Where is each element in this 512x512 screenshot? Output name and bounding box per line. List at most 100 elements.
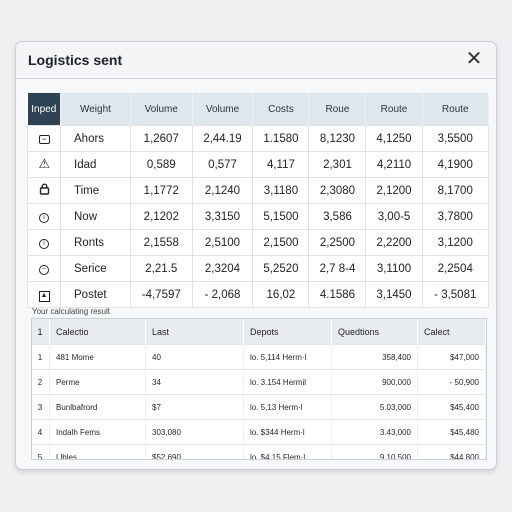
table-cell: 1,1772: [129, 177, 193, 204]
column-header-route[interactable]: Route: [365, 93, 423, 126]
results-panel: 1 Calectio Last Depots Quedtions Calect …: [31, 318, 487, 460]
table-cell: 2,1240: [191, 177, 254, 204]
row-calect: $45,400: [417, 394, 486, 420]
table-row[interactable]: 2 Perme 34 lo. 3.154 Hermil 900,000 - 50…: [32, 369, 486, 395]
table-row[interactable]: ⚠ Idad 0,589 0,577 4,117 2,301 4,2110 4,…: [27, 151, 490, 178]
table-cell: 4,1900: [421, 151, 490, 178]
row-name: Bunlbafrord: [49, 394, 146, 420]
row-label: Ahors: [60, 125, 131, 152]
table-row[interactable]: 1 481 Mome 40 lo. 5,114 Herm·l 358,400 $…: [32, 344, 486, 370]
row-calect: - 50,900: [417, 369, 486, 395]
column-header-depots[interactable]: Depots: [243, 319, 332, 345]
row-calect: $47,000: [417, 344, 486, 370]
table-cell: 3,5500: [421, 125, 490, 152]
dialog-title: Logistics sent: [28, 52, 123, 68]
table-cell: 3,1200: [421, 229, 490, 256]
row-depots: lo. $344 Herm·l: [243, 419, 332, 445]
column-header-weight[interactable]: Weight: [60, 93, 131, 126]
table-cell: 2,3204: [191, 255, 254, 282]
table-cell: 4,117: [252, 151, 310, 178]
table-row[interactable]: 5 Llbles $52,690 lo. $4.15 Flem·l 9,10,5…: [32, 444, 486, 459]
row-last: $52,690: [145, 444, 244, 459]
row-name: Perme: [49, 369, 146, 395]
row-last: 40: [145, 344, 244, 370]
metrics-table: Inped Weight Volume Volume Costs Roue Ro…: [27, 93, 490, 308]
row-depots: lo. 5,114 Herm·l: [243, 344, 332, 370]
row-label: Now: [60, 203, 131, 230]
table-row[interactable]: − Ahors 1,2607 2,44.19 1.1580 8,1230 4,1…: [27, 125, 490, 152]
table-row[interactable]: ▲ Postet -4,7597 - 2,068 16,02 4.1586 3,…: [27, 281, 490, 308]
row-name: 481 Mome: [49, 344, 146, 370]
table-cell: 2,21.5: [129, 255, 193, 282]
column-header-calect[interactable]: Calect: [417, 319, 486, 345]
row-calect: $45,480: [417, 419, 486, 445]
table-cell: 8,1700: [421, 177, 490, 204]
row-calect: $44,800: [417, 444, 486, 459]
table-cell: 2,44.19: [191, 125, 254, 152]
table-cell: 2,2500: [308, 229, 367, 256]
row-questions: 358,400: [331, 344, 418, 370]
dialog-titlebar: Logistics sent ✕: [16, 42, 496, 79]
row-label: Serice: [60, 255, 131, 282]
table-cell: 2,5100: [191, 229, 254, 256]
table-cell: 2,1558: [129, 229, 193, 256]
column-header-costs[interactable]: Costs: [252, 93, 310, 126]
table-row[interactable]: i Now 2,1202 3,3150 5,1500 3,586 3,00-5 …: [27, 203, 490, 230]
column-header-last[interactable]: Last: [145, 319, 244, 345]
image-icon: ▲: [38, 290, 50, 302]
table-cell: 3,7800: [421, 203, 490, 230]
results-table: 1 Calectio Last Depots Quedtions Calect …: [32, 319, 486, 459]
row-questions: 9,10,500: [331, 444, 418, 459]
row-depots: lo. 5,13 Herm·l: [243, 394, 332, 420]
close-icon[interactable]: ✕: [464, 49, 484, 70]
table-cell: 3,1450: [365, 281, 423, 308]
table-cell: 4.1586: [308, 281, 367, 308]
table-cell: 3,1180: [252, 177, 310, 204]
table-cell: 0,577: [191, 151, 254, 178]
table-row[interactable]: 4 Indalh Fems 303,080 lo. $344 Herm·l 3.…: [32, 419, 486, 445]
column-header-questions[interactable]: Quedtions: [331, 319, 418, 345]
table-cell: 3,1100: [365, 255, 423, 282]
row-label: Postet: [60, 281, 131, 308]
row-index: 4: [32, 419, 50, 445]
row-last: $7: [145, 394, 244, 420]
column-header-route-2[interactable]: Route: [422, 93, 490, 126]
results-header-row: 1 Calectio Last Depots Quedtions Calect: [32, 319, 486, 345]
column-header-index[interactable]: 1: [32, 319, 50, 345]
table-cell: 16,02: [252, 281, 310, 308]
row-index: 3: [32, 394, 50, 420]
table-row[interactable]: Time 1,1772 2,1240 3,1180 2,3080 2,1200 …: [27, 177, 490, 204]
table-cell: 1.1580: [252, 125, 310, 152]
row-questions: 5.03,000: [331, 394, 418, 420]
table-cell: 4,1250: [365, 125, 423, 152]
table-cell: - 2,068: [191, 281, 254, 308]
warning-icon: ⚠: [38, 156, 51, 171]
table-cell: 2,1500: [252, 229, 310, 256]
metrics-header-row: Inped Weight Volume Volume Costs Roue Ro…: [27, 93, 490, 126]
table-cell: 2,1200: [365, 177, 423, 204]
table-cell: 2,301: [308, 151, 367, 178]
table-cell: 5,1500: [252, 203, 310, 230]
table-cell: -4,7597: [129, 281, 193, 308]
column-header-inped[interactable]: Inped: [27, 93, 61, 126]
column-header-volume-2[interactable]: Volume: [192, 93, 254, 126]
row-depots: lo. 3.154 Hermil: [243, 369, 332, 395]
dash-circle-icon: −: [39, 265, 49, 275]
row-label: Ronts: [60, 229, 131, 256]
table-cell: 5,2520: [252, 255, 310, 282]
table-cell: 3,00-5: [365, 203, 423, 230]
table-row[interactable]: − Serice 2,21.5 2,3204 5,2520 2,7 8-4 3,…: [27, 255, 490, 282]
table-cell: 2,3080: [308, 177, 367, 204]
column-header-volume[interactable]: Volume: [130, 93, 193, 126]
column-header-roue[interactable]: Roue: [308, 93, 367, 126]
table-cell: - 3,5081: [421, 281, 490, 308]
column-header-calectio[interactable]: Calectio: [49, 319, 146, 345]
minus-box-icon: −: [38, 134, 50, 144]
info-icon: i: [39, 213, 49, 223]
table-row[interactable]: 3 Bunlbafrord $7 lo. 5,13 Herm·l 5.03,00…: [32, 394, 486, 420]
row-name: Indalh Fems: [49, 419, 146, 445]
table-cell: 2,2504: [421, 255, 490, 282]
row-label: Idad: [60, 151, 131, 178]
table-row[interactable]: i Ronts 2,1558 2,5100 2,1500 2,2500 2,22…: [27, 229, 490, 256]
info-icon: i: [39, 239, 49, 249]
